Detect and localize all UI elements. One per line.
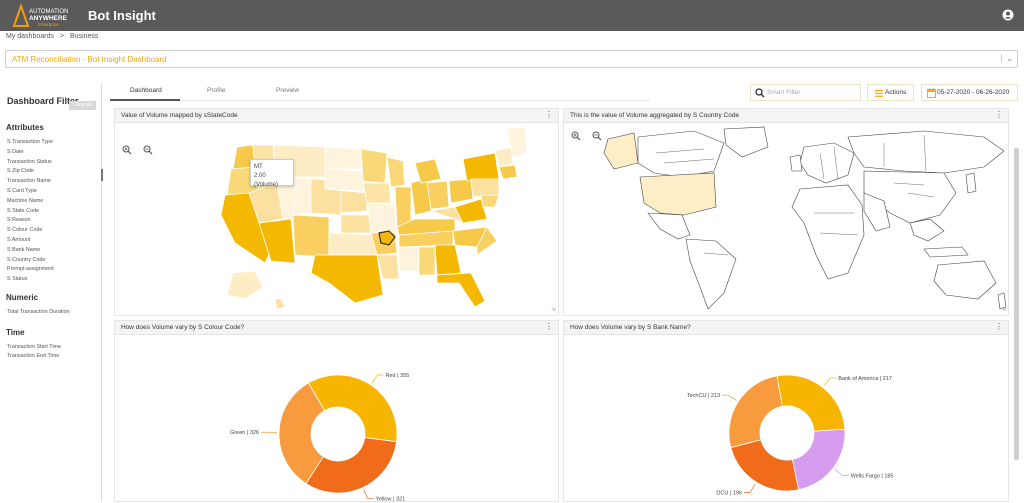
donut-slice-bank-of-america[interactable]: [777, 375, 845, 431]
calendar-icon: [927, 88, 936, 98]
dashboard-selector-value: ATM Reconciliation - Bot Insight Dashboa…: [12, 55, 167, 64]
smart-filter-placeholder: Smart Filter: [767, 89, 801, 96]
tab-preview[interactable]: Preview: [276, 87, 299, 94]
sidebar-title: Dashboard Filter: [7, 96, 79, 106]
resize-handle-icon[interactable]: ⇲: [1001, 306, 1006, 313]
donut-slice-dcu[interactable]: [731, 440, 799, 491]
dashboard-tabs: Dashboard Profile Preview: [110, 84, 650, 101]
widget-title: This is the value of Volume aggregated b…: [570, 112, 739, 119]
actions-button[interactable]: Actions: [867, 84, 914, 101]
attribute-item[interactable]: S Zip Code: [7, 168, 34, 174]
actions-label: Actions: [885, 89, 906, 96]
active-tab-indicator: [110, 99, 180, 101]
widget-title: How does Volume vary by S Colour Code?: [121, 324, 244, 331]
attribute-item[interactable]: S Country Code: [7, 257, 45, 263]
donut-label-leader: [372, 375, 384, 383]
breadcrumb-separator-icon: >: [60, 33, 64, 40]
world-country-map[interactable]: [564, 123, 1010, 317]
search-icon: [755, 88, 765, 98]
donut-data-label: Green | 326: [230, 430, 259, 436]
donut-data-label: TechCU | 213: [687, 393, 720, 399]
donut-label-leader: [722, 395, 736, 400]
more-options-icon[interactable]: ⋮: [995, 110, 1003, 119]
breadcrumb: My dashboards > Business: [6, 33, 98, 40]
more-options-icon[interactable]: ⋮: [995, 322, 1003, 331]
tab-profile[interactable]: Profile: [207, 87, 225, 94]
sidebar-scrollbar[interactable]: [101, 169, 103, 181]
us-state-map[interactable]: [115, 123, 560, 317]
colour-code-donut-chart[interactable]: Red | 355Yellow | 321Green | 326: [115, 335, 560, 503]
attribute-item[interactable]: S Status: [7, 276, 27, 282]
dashboard-selector[interactable]: ATM Reconciliation - Bot Insight Dashboa…: [5, 50, 1018, 68]
tab-baseline: [110, 100, 650, 101]
attribute-item[interactable]: S Reason: [7, 217, 31, 223]
donut-data-label: Red | 355: [385, 373, 409, 379]
tooltip-value: 2.00 (Volume): [254, 172, 290, 190]
donut-data-label: DCU | 196: [716, 490, 742, 496]
us-map-widget: Value of Volume mapped by sStateCode ⋮: [114, 108, 559, 316]
attributes-section-title: Attributes: [6, 123, 44, 132]
attribute-item[interactable]: S State Code: [7, 208, 39, 214]
attribute-item[interactable]: Transaction Name: [7, 178, 51, 184]
widget-header: How does Volume vary by S Bank Name? ⋮: [564, 321, 1008, 335]
widget-header: This is the value of Volume aggregated b…: [564, 109, 1008, 123]
attribute-item[interactable]: S Date: [7, 149, 23, 155]
widget-header: Value of Volume mapped by sStateCode ⋮: [115, 109, 558, 123]
donut-data-label: Bank of America | 217: [838, 376, 892, 382]
donut-slice-yellow[interactable]: [306, 438, 397, 493]
tab-dashboard[interactable]: Dashboard: [130, 87, 162, 94]
donut-slice-techcu[interactable]: [729, 376, 782, 448]
chevron-down-icon[interactable]: ⌄: [1001, 54, 1013, 63]
list-icon: [875, 90, 883, 97]
app-title: Bot Insight: [88, 8, 156, 23]
donut-label-leader: [824, 378, 836, 386]
attribute-item[interactable]: S Card Type: [7, 188, 37, 194]
attribute-item[interactable]: Transaction Status: [7, 159, 52, 165]
breadcrumb-current: Business: [70, 33, 98, 40]
attribute-item[interactable]: S Bank Name: [7, 247, 40, 253]
tooltip-state: MT: [254, 163, 290, 172]
donut-slice-wells-fargo[interactable]: [792, 429, 845, 490]
svg-text:ANYWHERE: ANYWHERE: [29, 15, 68, 22]
bank-name-donut-widget: How does Volume vary by S Bank Name? ⋮ B…: [563, 320, 1009, 502]
donut-label-leader: [744, 484, 755, 492]
attribute-item[interactable]: S Transaction Type: [7, 139, 53, 145]
numeric-item[interactable]: Total Transaction Duration: [7, 309, 70, 315]
widget-title: How does Volume vary by S Bank Name?: [570, 324, 691, 331]
date-range-value: 05-27-2020 - 06-26-2020: [937, 89, 1009, 96]
more-options-icon[interactable]: ⋮: [545, 322, 553, 331]
numeric-section-title: Numeric: [6, 293, 38, 302]
breadcrumb-root[interactable]: My dashboards: [6, 33, 54, 40]
logo-mark-icon: AUTOMATION ANYWHERE Enterprise: [12, 3, 74, 29]
time-item[interactable]: Transaction Start Time: [7, 344, 61, 350]
widget-header: How does Volume vary by S Colour Code? ⋮: [115, 321, 558, 335]
attribute-item[interactable]: Machine Name: [7, 198, 43, 204]
time-section-title: Time: [6, 328, 25, 337]
svg-text:Enterprise: Enterprise: [38, 22, 59, 27]
user-account-icon[interactable]: [1002, 8, 1014, 26]
smart-filter-input[interactable]: Smart Filter: [750, 84, 861, 101]
attribute-item[interactable]: S Amount: [7, 237, 30, 243]
resize-handle-icon[interactable]: ⇲: [551, 306, 556, 313]
donut-data-label: Wells Fargo | 185: [851, 474, 894, 480]
automation-anywhere-logo[interactable]: AUTOMATION ANYWHERE Enterprise: [12, 3, 74, 29]
date-range-picker[interactable]: 05-27-2020 - 06-26-2020: [921, 84, 1018, 101]
widget-title: Value of Volume mapped by sStateCode: [121, 112, 238, 119]
colour-code-donut-widget: How does Volume vary by S Colour Code? ⋮…: [114, 320, 559, 502]
donut-label-leader: [835, 469, 849, 475]
map-tooltip: MT 2.00 (Volume): [250, 159, 294, 186]
top-bar: AUTOMATION ANYWHERE Enterprise Bot Insig…: [0, 0, 1024, 31]
world-map-widget: This is the value of Volume aggregated b…: [563, 108, 1009, 316]
main-scrollbar[interactable]: [1014, 148, 1019, 460]
more-options-icon[interactable]: ⋮: [545, 110, 553, 119]
bank-name-donut-chart[interactable]: Bank of America | 217 Wells Fargo | 185 DC…: [564, 335, 1010, 503]
donut-label-leader: [364, 489, 374, 498]
attribute-item[interactable]: Prompt-assignment: [7, 266, 54, 272]
dashboard-filter-sidebar: Dashboard Filter Clear All Attributes S …: [0, 83, 102, 502]
time-item[interactable]: Transaction End Time: [7, 353, 59, 359]
clear-all-button[interactable]: Clear All: [69, 101, 96, 110]
attribute-item[interactable]: S Colour Code: [7, 227, 42, 233]
